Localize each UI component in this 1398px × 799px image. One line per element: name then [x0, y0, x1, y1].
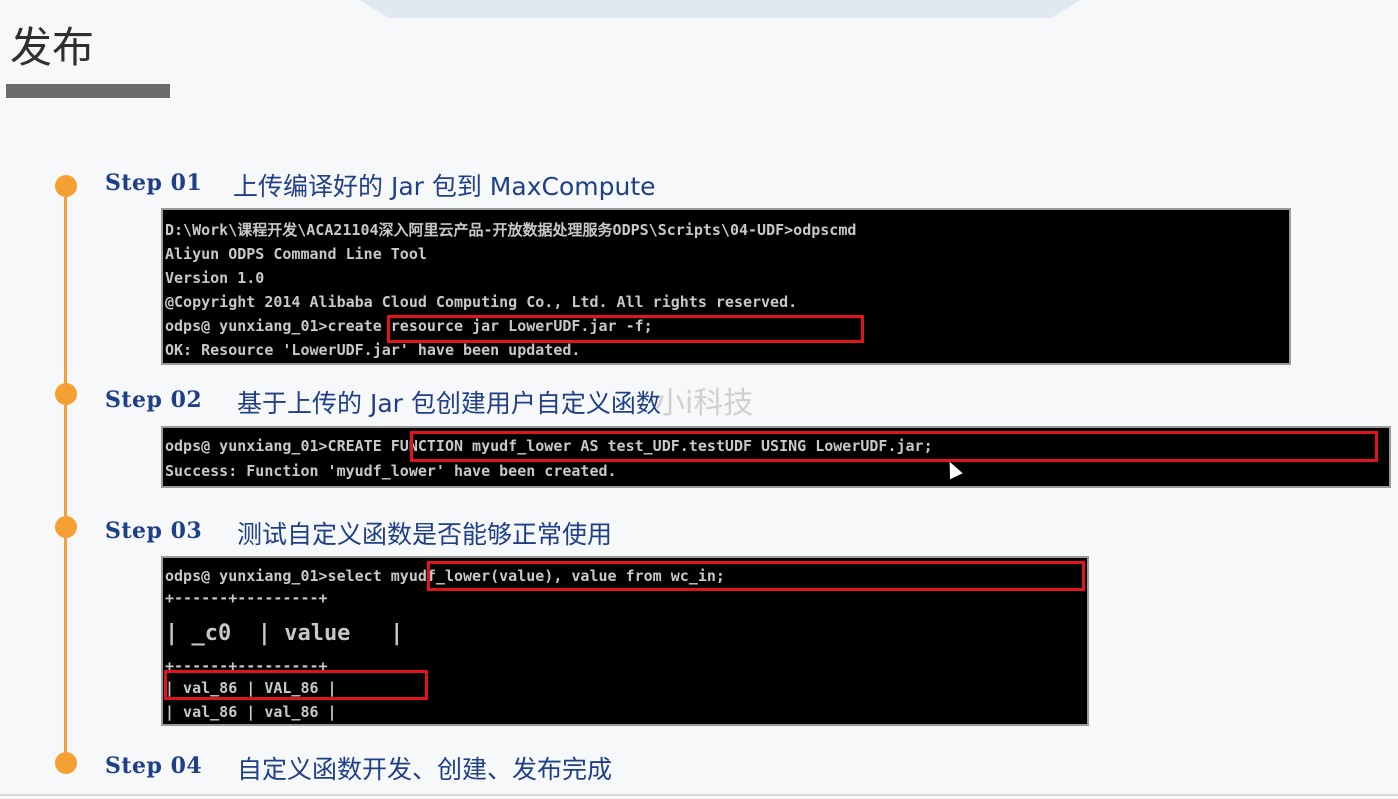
timeline-dot-4	[55, 752, 77, 774]
console-line: Success: Function 'myudf_lower' have bee…	[165, 462, 617, 480]
step-1-label: Step 01	[105, 170, 203, 196]
step-3-label: Step 03	[105, 518, 203, 544]
watermark: 小i科技	[655, 386, 754, 421]
step-4-label: Step 04	[105, 753, 203, 779]
step-2-text: 基于上传的 Jar 包创建用户自定义函数	[237, 389, 661, 418]
title-underline	[6, 84, 170, 98]
step-1-text: 上传编译好的 Jar 包到 MaxCompute	[233, 172, 656, 201]
timeline-dot-3	[55, 516, 77, 538]
page-title: 发布	[10, 23, 95, 72]
bottom-divider	[0, 794, 1398, 796]
timeline-dot-2	[55, 383, 77, 405]
step-4-text: 自定义函数开发、创建、发布完成	[237, 755, 613, 784]
highlight-box	[410, 431, 1378, 462]
step-2-label: Step 02	[105, 387, 203, 413]
timeline-dot-1	[55, 175, 77, 197]
console-line: +------+---------+	[165, 589, 328, 607]
step-3-text: 测试自定义函数是否能够正常使用	[237, 520, 613, 549]
console-line: D:\Work\课程开发\ACA21104深入阿里云产品-开放数据处理服务ODP…	[165, 221, 857, 239]
console-line: Version 1.0	[165, 269, 265, 287]
top-decoration	[360, 0, 1080, 18]
console-line: Aliyun ODPS Command Line Tool	[165, 245, 427, 263]
console-line: OK: Resource 'LowerUDF.jar' have been up…	[165, 341, 581, 359]
timeline-line	[64, 188, 67, 766]
console-line: | val_86 | val_86 |	[165, 703, 337, 721]
console-line: @Copyright 2014 Alibaba Cloud Computing …	[165, 293, 798, 311]
highlight-box	[387, 315, 864, 343]
console-line: | _c0 | value |	[165, 621, 404, 646]
highlight-box	[164, 670, 428, 700]
highlight-box	[427, 561, 1085, 591]
